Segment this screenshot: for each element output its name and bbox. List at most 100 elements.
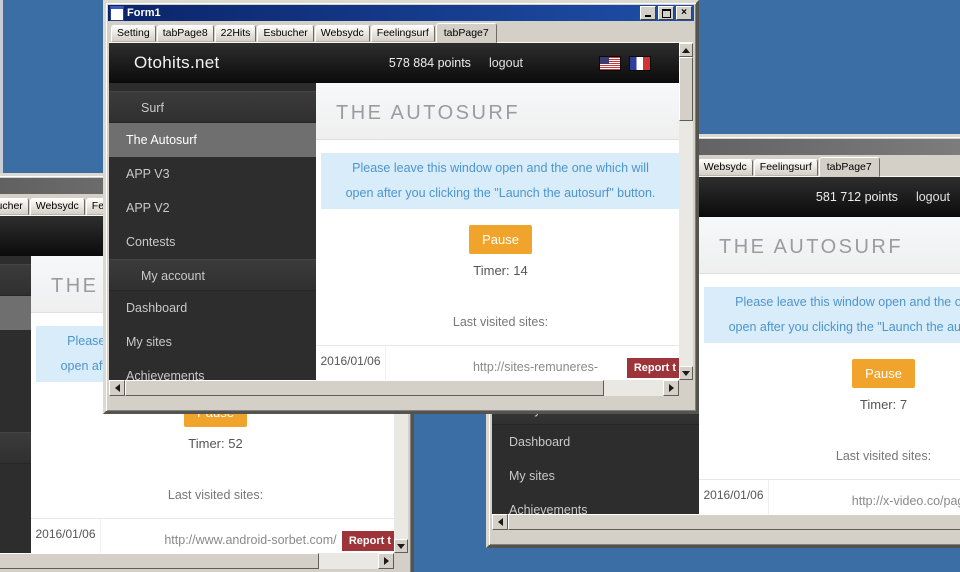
sidebar-item[interactable]: Dashboard xyxy=(0,464,31,498)
visited-row: 2016/01/06 http://sites-remuneres- Repor… xyxy=(316,345,679,380)
page-title: THE AUTOSURF xyxy=(316,83,679,140)
arrow-right-icon xyxy=(383,557,393,565)
tab[interactable]: Setting xyxy=(111,25,156,42)
scroll-up-button[interactable] xyxy=(679,43,693,57)
scroll-down-button[interactable] xyxy=(679,366,693,380)
scroll-left-button[interactable] xyxy=(109,380,125,396)
scrollbar-thumb[interactable] xyxy=(679,57,693,121)
timer-label: Timer: 52 xyxy=(188,436,243,451)
arrow-left-icon xyxy=(494,518,503,526)
tab[interactable]: Feelingsurf xyxy=(370,25,435,42)
visited-row: 2016/01/06 http://x-video.co/page/4/ Rep… xyxy=(699,479,960,514)
main-content: THE AUTOSURF Please leave this window op… xyxy=(316,83,679,380)
sidebar-item[interactable]: The Autosurf xyxy=(109,123,316,157)
app-icon xyxy=(110,5,124,21)
sidebar-item[interactable]: My sites xyxy=(109,325,316,359)
arrow-down-icon xyxy=(682,370,690,380)
last-visited-label: Last visited sites: xyxy=(452,315,549,329)
pause-button[interactable]: Pause xyxy=(469,225,532,254)
scroll-left-button[interactable] xyxy=(492,514,508,530)
tab[interactable]: tabPage8 xyxy=(156,25,214,42)
visit-date: 2016/01/06 xyxy=(316,346,386,380)
scrollbar-thumb[interactable] xyxy=(0,553,319,569)
minimize-button[interactable] xyxy=(640,6,656,20)
us-flag-icon[interactable] xyxy=(599,55,621,71)
notice-box: Please leave this window open and the on… xyxy=(321,153,679,209)
last-visited-label: Last visited sites: xyxy=(167,488,264,502)
visit-url[interactable]: http://x-video.co/page/4/ xyxy=(769,480,960,514)
tab[interactable]: Websydc xyxy=(697,159,753,176)
visit-date: 2016/01/06 xyxy=(31,519,101,553)
sidebar-item[interactable]: APP V2 xyxy=(109,191,316,225)
tab-strip: SettingtabPage822HitsEsbucherWebsydcFeel… xyxy=(109,21,693,43)
last-visited-label: Last visited sites: xyxy=(835,449,932,463)
site-header: Otohits.net 578 884 points logout xyxy=(109,43,679,83)
sidebar-item[interactable]: Achievements xyxy=(0,532,31,553)
sidebar-item[interactable]: Achievements xyxy=(109,359,316,380)
report-button[interactable]: Report t xyxy=(626,358,679,378)
sidebar-item[interactable]: Contests xyxy=(109,225,316,259)
scrollbar-thumb[interactable] xyxy=(508,514,960,530)
sidebar-item[interactable]: My account xyxy=(109,259,316,291)
sidebar-item[interactable]: Dashboard xyxy=(109,291,316,325)
tab[interactable]: tabPage7 xyxy=(818,157,880,177)
otohits-page: Otohits.net 578 884 points logout Surf Th… xyxy=(109,43,679,380)
horizontal-scrollbar[interactable] xyxy=(109,380,693,396)
sidebar-item[interactable]: Contests xyxy=(0,398,31,432)
arrow-right-icon xyxy=(668,384,678,392)
timer-label: Timer: 14 xyxy=(473,263,528,278)
browser-viewport: Otohits.net 578 884 points logout Surf Th… xyxy=(109,42,693,380)
notice-box: Please leave this window open and the on… xyxy=(704,287,960,343)
arrow-left-icon xyxy=(111,384,120,392)
notice-line: Please leave this window open and the on… xyxy=(352,161,649,175)
notice-line: Please leave this window open and the on… xyxy=(735,295,960,309)
sidebar-item[interactable]: Dashboard xyxy=(492,425,699,459)
sidebar-item[interactable]: APP V2 xyxy=(0,364,31,398)
scroll-right-button[interactable] xyxy=(663,380,679,396)
tab[interactable]: Websydc xyxy=(314,25,370,42)
scroll-right-button[interactable] xyxy=(378,553,394,569)
sidebar-item[interactable]: Surf xyxy=(0,264,31,296)
sidebar-item[interactable]: APP V3 xyxy=(109,157,316,191)
arrow-down-icon xyxy=(397,543,405,553)
horizontal-scrollbar[interactable] xyxy=(492,514,960,530)
scrollbar-corner xyxy=(394,553,408,569)
close-button[interactable]: × xyxy=(676,6,692,20)
site-logo[interactable]: Otohits.net xyxy=(134,53,220,73)
report-button[interactable]: Report t xyxy=(341,531,394,551)
sidebar-item[interactable]: My sites xyxy=(0,498,31,532)
visited-row: 2016/01/06 http://www.android-sorbet.com… xyxy=(31,518,394,553)
window-form1: Form1 × Setting tabPage8 22Hits Esbucher Web… xyxy=(103,0,699,414)
notice-line: open after you clicking the "Launch the … xyxy=(728,320,960,334)
sidebar-item[interactable]: My sites xyxy=(492,459,699,493)
scrollbar-thumb[interactable] xyxy=(125,380,604,396)
horizontal-scrollbar[interactable] xyxy=(0,553,408,569)
page-title: THE AUTOSURF xyxy=(699,217,960,274)
tab[interactable]: Esbucher xyxy=(257,25,314,42)
sidebar-item[interactable]: Surf xyxy=(109,91,316,123)
tab[interactable]: Websydc xyxy=(29,198,85,215)
tab[interactable]: Feelingsurf xyxy=(753,159,818,176)
tab[interactable]: Esbucher xyxy=(0,198,29,215)
maximize-button[interactable] xyxy=(658,6,674,20)
logout-link[interactable]: logout xyxy=(916,190,950,204)
sidebar-item[interactable]: APP V3 xyxy=(0,330,31,364)
logout-link[interactable]: logout xyxy=(489,56,523,70)
window-title: Form1 xyxy=(127,7,161,19)
desktop: × SettingtabPage822HitsEsbucherWebsydcFe… xyxy=(0,0,960,572)
vertical-scrollbar[interactable] xyxy=(679,43,693,380)
sidebar-item[interactable]: Achievements xyxy=(492,493,699,514)
timer-label: Timer: 7 xyxy=(859,397,908,412)
scrollbar-corner xyxy=(679,380,693,396)
tab[interactable]: 22Hits xyxy=(214,25,257,42)
arrow-up-icon xyxy=(682,44,690,53)
tab[interactable]: tabPage7 xyxy=(435,23,497,43)
scroll-down-button[interactable] xyxy=(394,539,408,553)
sidebar-item[interactable]: My account xyxy=(0,432,31,464)
visit-date: 2016/01/06 xyxy=(699,480,769,514)
points-label: 578 884 points xyxy=(388,56,471,70)
sidebar-item[interactable]: The Autosurf xyxy=(0,296,31,330)
titlebar[interactable]: Form1 × xyxy=(108,5,694,21)
pause-button[interactable]: Pause xyxy=(852,359,915,388)
fr-flag-icon[interactable] xyxy=(629,55,651,71)
